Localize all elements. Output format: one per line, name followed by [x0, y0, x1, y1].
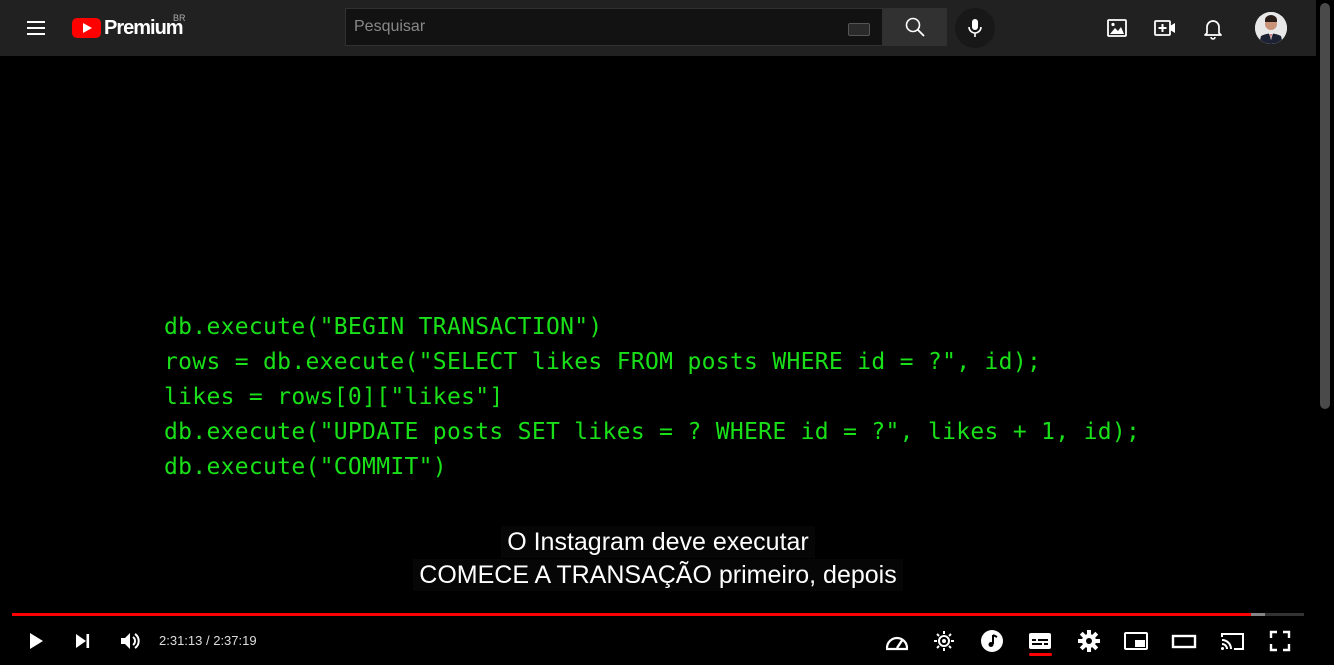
miniplayer-button[interactable] [1118, 627, 1154, 655]
user-avatar[interactable] [1255, 12, 1287, 44]
subtitles-button[interactable] [1022, 627, 1058, 655]
caption-text: O Instagram deve executar [501, 526, 815, 558]
next-button[interactable] [64, 627, 100, 655]
caption-line-2: COMECE A TRANSAÇÃO primeiro, depois [0, 559, 1316, 591]
play-icon [30, 633, 43, 649]
search-box [345, 8, 883, 46]
youtube-premium-logo[interactable]: Premium BR [72, 13, 186, 40]
masthead: Premium BR [0, 0, 1316, 56]
miniplayer-icon [1124, 632, 1148, 650]
keyboard-icon[interactable] [848, 23, 870, 36]
country-code: BR [173, 13, 186, 23]
scrollbar-thumb[interactable] [1320, 3, 1330, 409]
page-scrollbar[interactable] [1316, 0, 1334, 665]
progress-played [12, 613, 1252, 616]
ambient-mode-button[interactable] [926, 627, 962, 655]
fullscreen-icon [1269, 630, 1291, 652]
video-code-frame: db.execute("BEGIN TRANSACTION") rows = db… [164, 310, 1140, 485]
time-display: 2:31:13 / 2:37:19 [159, 633, 257, 648]
microphone-icon [968, 19, 982, 37]
create-video-icon[interactable] [1153, 16, 1177, 40]
theater-mode-button[interactable] [1166, 627, 1202, 655]
code-line: db.execute("BEGIN TRANSACTION") [164, 314, 603, 340]
logo-text: Premium [104, 16, 184, 39]
voice-search-button[interactable] [955, 8, 995, 48]
brightness-icon [934, 631, 954, 651]
playback-speed-button[interactable] [879, 627, 915, 655]
search-button[interactable] [883, 8, 947, 46]
caption-text: COMECE A TRANSAÇÃO primeiro, depois [413, 559, 903, 591]
code-line: rows = db.execute("SELECT likes FROM pos… [164, 349, 1042, 375]
music-button[interactable] [974, 627, 1010, 655]
search-input[interactable] [352, 17, 836, 37]
progress-bar[interactable] [12, 613, 1304, 616]
youtube-play-logo-icon [72, 18, 101, 38]
hamburger-icon[interactable] [24, 16, 48, 40]
code-line: likes = rows[0]["likes"] [164, 384, 504, 410]
video-player[interactable]: db.execute("BEGIN TRANSACTION") rows = db… [0, 56, 1316, 665]
music-note-icon [981, 630, 1003, 652]
gear-icon [1078, 630, 1100, 652]
image-icon[interactable] [1105, 16, 1129, 40]
settings-button[interactable] [1071, 627, 1107, 655]
code-line: db.execute("UPDATE posts SET likes = ? W… [164, 419, 1141, 445]
code-line: db.execute("COMMIT") [164, 454, 447, 480]
cast-icon [1221, 633, 1244, 650]
subtitles-icon [1029, 633, 1051, 649]
next-icon [76, 634, 90, 648]
volume-icon [121, 633, 140, 649]
fullscreen-button[interactable] [1262, 627, 1298, 655]
theater-mode-icon [1171, 634, 1197, 649]
caption-line-1: O Instagram deve executar [0, 526, 1316, 558]
search-icon [905, 17, 925, 37]
avatar-icon [1255, 12, 1287, 44]
subtitles-active-indicator [1029, 653, 1052, 656]
speedometer-icon [885, 636, 909, 651]
volume-button[interactable] [111, 627, 147, 655]
bell-icon[interactable] [1201, 16, 1225, 40]
play-button[interactable] [17, 627, 53, 655]
cast-button[interactable] [1214, 627, 1250, 655]
